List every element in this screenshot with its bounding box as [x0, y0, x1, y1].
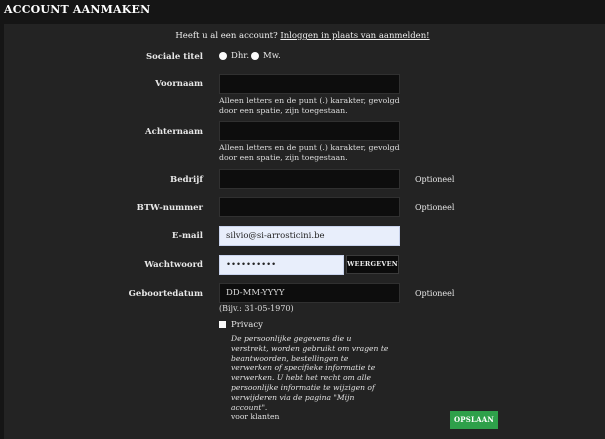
firstname-input[interactable]	[219, 74, 400, 94]
privacy-text: De persoonlijke gegevens die u verstrekt…	[231, 334, 391, 422]
firstname-label: Voornaam	[155, 79, 203, 89]
login-link[interactable]: Inloggen in plaats van aanmelden!	[280, 31, 429, 41]
social-title-label: Sociale titel	[145, 52, 203, 62]
page-title: ACCOUNT AANMAKEN	[4, 3, 151, 16]
birthdate-label: Geboortedatum	[128, 289, 203, 299]
radio-mr[interactable]: Dhr.	[219, 51, 249, 61]
privacy-checkbox[interactable]	[219, 321, 226, 328]
lastname-help: Alleen letters en de punt (.) karakter, …	[219, 143, 400, 162]
save-button[interactable]: OPSLAAN	[450, 411, 498, 429]
privacy-label: Privacy	[231, 320, 263, 330]
birthdate-optional: Optioneel	[415, 289, 455, 298]
radio-mrs-label: Mw.	[263, 51, 281, 61]
vat-optional: Optioneel	[415, 203, 455, 212]
privacy-text-plain: voor klanten	[231, 412, 280, 422]
password-input[interactable]: ••••••••••	[219, 255, 344, 275]
birthdate-input[interactable]: DD-MM-YYYY	[219, 283, 400, 303]
email-input[interactable]: silvio@si-arrosticini.be	[219, 226, 400, 246]
radio-mrs-circle[interactable]	[251, 52, 259, 60]
radio-mr-label: Dhr.	[231, 51, 250, 61]
firstname-help: Alleen letters en de punt (.) karakter, …	[219, 96, 400, 115]
company-label: Bedrijf	[170, 175, 203, 185]
company-input[interactable]	[219, 169, 400, 189]
privacy-text-italic: De persoonlijke gegevens die u verstrekt…	[231, 334, 389, 412]
radio-mrs[interactable]: Mw.	[251, 51, 281, 61]
company-optional: Optioneel	[415, 175, 455, 184]
birthdate-hint: (Bijv.: 31-05-1970)	[219, 304, 294, 313]
vat-input[interactable]	[219, 197, 400, 217]
lastname-input[interactable]	[219, 121, 400, 141]
password-label: Wachtwoord	[144, 260, 203, 270]
radio-mr-circle[interactable]	[219, 52, 227, 60]
show-password-button[interactable]: WEERGEVEN	[346, 255, 399, 274]
login-question: Heeft u al een account?	[175, 31, 278, 41]
lastname-label: Achternaam	[145, 127, 203, 137]
email-label: E-mail	[171, 231, 203, 241]
vat-label: BTW-nummer	[136, 203, 203, 213]
login-prompt: Heeft u al een account? Inloggen in plaa…	[0, 31, 605, 41]
